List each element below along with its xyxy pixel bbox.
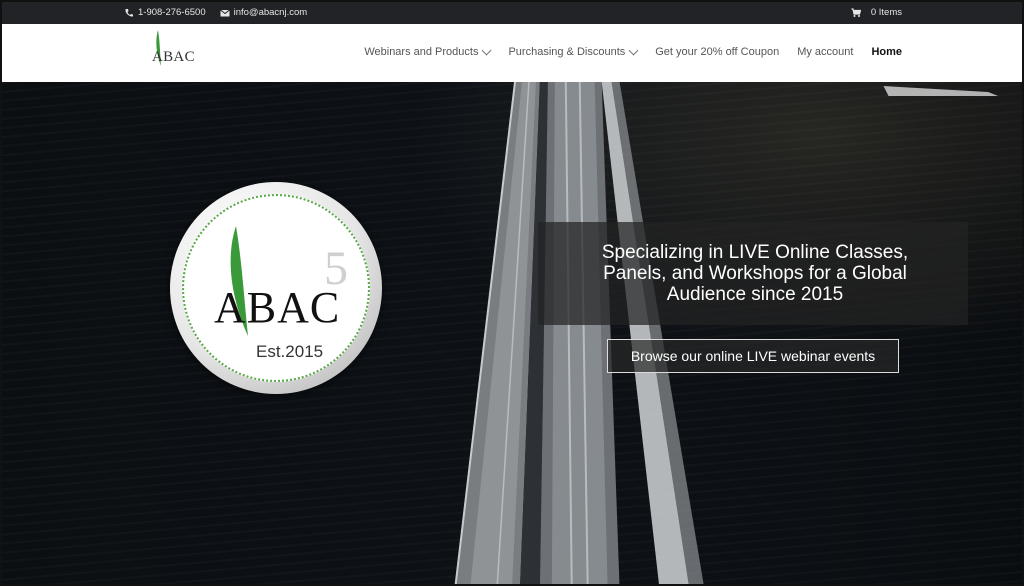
logo-text: ABAC <box>152 49 195 65</box>
logo-badge-text: ABAC <box>214 283 341 332</box>
bridge-aerial-image <box>454 82 999 584</box>
email-address: info@abacnj.com <box>233 7 308 18</box>
nav-item-label: Purchasing & Discounts <box>508 46 626 58</box>
chevron-down-icon <box>482 45 492 56</box>
nav-item-label: Get your 20% off Coupon <box>655 46 780 58</box>
main-nav: ABAC Webinars and Products Purchasing & … <box>2 24 1022 82</box>
hero-section: 5 ABAC Est.2015 Specializing in LIVE Onl… <box>2 82 1022 584</box>
envelope-icon <box>219 9 230 16</box>
chevron-down-icon <box>628 45 639 56</box>
logo-badge-est: Est.2015 <box>256 342 324 361</box>
phone-number: 1-908-276-6500 <box>138 7 206 18</box>
phone-icon <box>125 8 133 17</box>
nav-item-webinars[interactable]: Webinars and Products <box>364 45 492 58</box>
nav-item-label: My account <box>797 46 854 58</box>
site-logo[interactable]: ABAC <box>150 30 200 70</box>
nav-item-home[interactable]: Home <box>871 46 902 58</box>
abac-logo-badge: 5 ABAC Est.2015 <box>170 182 382 394</box>
browser-viewport: 1-908-276-6500 info@abacnj.com 0 Items A… <box>0 0 1024 586</box>
cart-link[interactable]: 0 Items <box>851 7 902 18</box>
nav-item-label: Home <box>871 46 902 58</box>
nav-item-my-account[interactable]: My account <box>797 46 853 58</box>
nav-item-coupon[interactable]: Get your 20% off Coupon <box>655 46 779 58</box>
cart-icon <box>851 7 861 17</box>
phone-link[interactable]: 1-908-276-6500 <box>124 7 206 18</box>
nav-item-purchasing[interactable]: Purchasing & Discounts <box>508 45 639 58</box>
email-link[interactable]: info@abacnj.com <box>219 7 308 18</box>
logo-badge-inner: 5 ABAC Est.2015 <box>182 194 370 382</box>
browse-webinars-button[interactable]: Browse our online LIVE webinar events <box>607 339 899 373</box>
top-info-bar: 1-908-276-6500 info@abacnj.com 0 Items <box>2 2 1022 24</box>
hero-headline: Specializing in LIVE Online Classes, Pan… <box>601 242 909 305</box>
nav-item-label: Webinars and Products <box>364 46 479 58</box>
nav-menu: Webinars and Products Purchasing & Disco… <box>364 45 902 58</box>
cart-count: 0 Items <box>870 7 902 18</box>
